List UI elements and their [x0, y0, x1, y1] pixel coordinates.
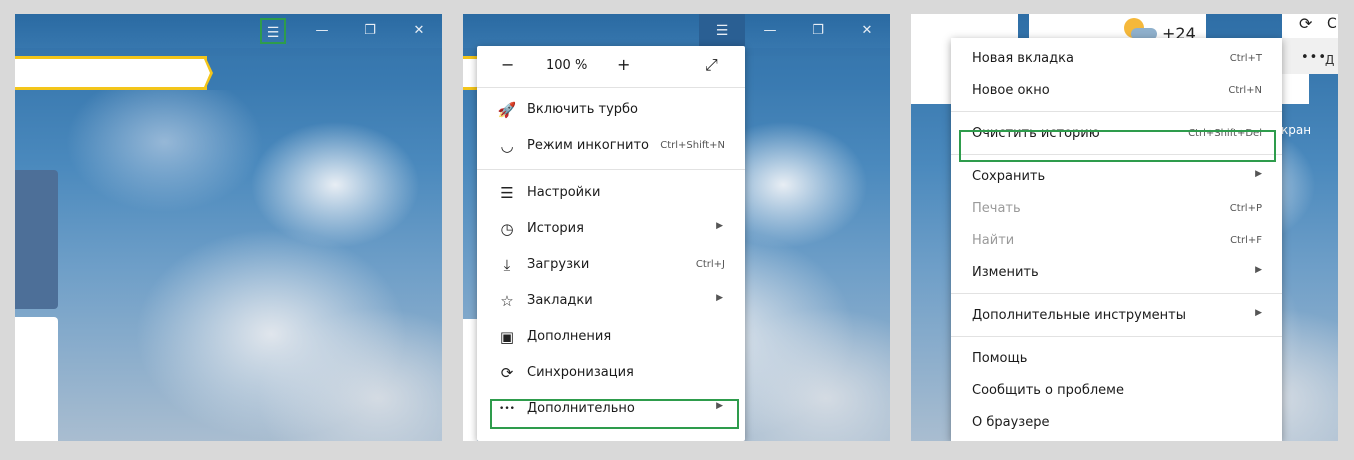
menu-item-report-problem[interactable]: Сообщить о проблеме: [951, 374, 1282, 406]
chevron-right-icon: ▶: [1255, 169, 1262, 179]
menu-item-sync[interactable]: ⟳ Синхронизация: [477, 355, 745, 391]
chevron-right-icon: ▶: [716, 221, 723, 231]
zoom-out-button[interactable]: −: [501, 55, 514, 74]
chevron-right-icon: ▶: [1255, 308, 1262, 318]
addons-icon: ▣: [499, 328, 515, 346]
zoom-in-button[interactable]: +: [617, 55, 630, 74]
sync-icon: ⟳: [500, 364, 514, 382]
menu-item-print[interactable]: Печать Ctrl+P: [951, 192, 1282, 224]
more-dots-icon[interactable]: •••: [1301, 50, 1327, 65]
highlight-box-more: [490, 399, 739, 429]
dashboard-tile[interactable]: [15, 170, 58, 309]
menu-hamburger-button[interactable]: ☰: [709, 18, 735, 44]
menu-item-more-tools[interactable]: Дополнительные инструменты ▶: [951, 299, 1282, 331]
menu-item-save[interactable]: Сохранить ▶: [951, 160, 1282, 192]
menu-item-new-window[interactable]: Новое окно Ctrl+N: [951, 74, 1282, 106]
restore-button[interactable]: ❐: [805, 18, 831, 44]
menu-item-history[interactable]: ◷ История ▶: [477, 211, 745, 247]
browser-panel-1: ☰ — ❐ ✕: [15, 14, 442, 441]
main-menu: − 100 % + ⤢ 🚀 Включить турбо ◡ Режим инк…: [477, 46, 745, 441]
partial-label-d: Д: [1325, 53, 1335, 67]
close-button[interactable]: ✕: [406, 18, 432, 44]
rocket-icon: 🚀: [497, 101, 517, 119]
more-submenu: Новая вкладка Ctrl+T Новое окно Ctrl+N О…: [951, 38, 1282, 441]
menu-hamburger-button[interactable]: ☰: [260, 18, 286, 44]
menu-item-turbo[interactable]: 🚀 Включить турбо: [477, 92, 745, 128]
menu-item-new-tab[interactable]: Новая вкладка Ctrl+T: [951, 42, 1282, 74]
menu-item-settings[interactable]: ☰ Настройки: [477, 175, 745, 211]
menu-item-find[interactable]: Найти Ctrl+F: [951, 224, 1282, 256]
menu-item-edit[interactable]: Изменить ▶: [951, 256, 1282, 288]
dashboard-tile-white[interactable]: [15, 317, 58, 441]
omnibox-input[interactable]: [15, 56, 207, 90]
omnibox-arrow-inner: [204, 59, 210, 87]
browser-panel-2: ☰ — ❐ ✕ − 100 % + ⤢ 🚀 Включить турбо ◡ Р…: [463, 14, 890, 441]
menu-item-downloads[interactable]: ⤓ Загрузки Ctrl+J: [477, 247, 745, 283]
minimize-button[interactable]: —: [309, 18, 335, 44]
menu-item-addons[interactable]: ▣ Дополнения: [477, 319, 745, 355]
restore-button[interactable]: ❐: [357, 18, 383, 44]
menu-item-help[interactable]: Помощь: [951, 342, 1282, 374]
menu-item-bookmarks[interactable]: ☆ Закладки ▶: [477, 283, 745, 319]
zoom-level: 100 %: [546, 58, 588, 73]
mask-icon: ◡: [500, 137, 514, 155]
minimize-button[interactable]: —: [757, 18, 783, 44]
settings-sliders-icon: ☰: [500, 184, 514, 202]
highlight-box-clear-history: [959, 130, 1276, 162]
clock-icon: ◷: [500, 220, 514, 238]
partial-label-ekran: кран: [1281, 123, 1312, 137]
zoom-row: − 100 % + ⤢: [477, 46, 745, 88]
menu-item-about[interactable]: О браузере: [951, 406, 1282, 438]
dashboard-tile-white[interactable]: [463, 319, 477, 441]
partial-label-c: С: [1327, 16, 1337, 32]
star-icon: ☆: [500, 292, 514, 310]
chevron-right-icon: ▶: [1255, 265, 1262, 275]
fullscreen-icon[interactable]: ⤢: [705, 55, 718, 75]
sync-icon[interactable]: ⟳: [1299, 14, 1312, 33]
close-button[interactable]: ✕: [854, 18, 880, 44]
menu-item-incognito[interactable]: ◡ Режим инкогнито Ctrl+Shift+N: [477, 128, 745, 164]
download-icon: ⤓: [503, 256, 511, 274]
chevron-right-icon: ▶: [716, 293, 723, 303]
browser-panel-3: +24 °C ⟳ С ••• Д кран Новая вкладка Ctrl…: [911, 14, 1338, 441]
input-fragment: [1282, 74, 1309, 104]
